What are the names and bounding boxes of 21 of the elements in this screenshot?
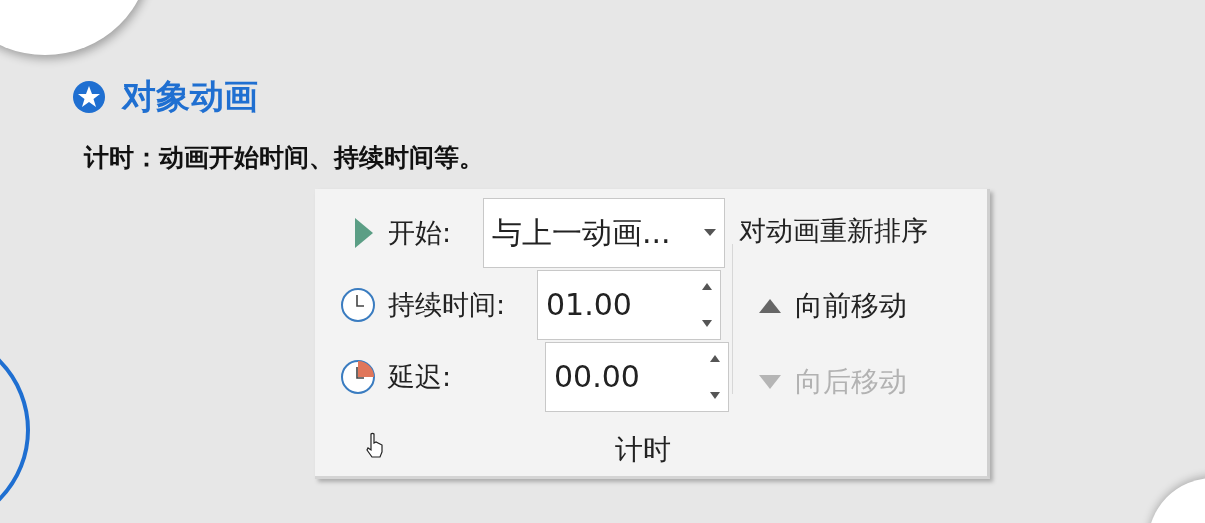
field-label: 延迟: (388, 359, 452, 394)
field-label: 持续时间: (388, 287, 506, 322)
start-dropdown[interactable]: 与上一动画... (483, 197, 725, 268)
spin-up-icon[interactable] (702, 282, 712, 290)
spin-down-icon[interactable] (702, 319, 712, 327)
group-label: 计时 (615, 431, 671, 468)
move-button[interactable]: 向前移动 (759, 285, 907, 328)
clock-icon (340, 286, 376, 323)
spin-up-icon[interactable] (710, 354, 720, 362)
group-heading: 对动画重新排序 (739, 213, 928, 248)
field-label: 开始: (388, 215, 452, 250)
delay-clock-icon (340, 358, 376, 395)
time-spinner[interactable]: 01.00 (537, 269, 721, 340)
description-text: 计时：动画开始时间、持续时间等。 (84, 142, 485, 175)
hand-cursor-icon (365, 431, 385, 458)
spin-down-icon[interactable] (710, 391, 720, 399)
slide-heading: 对象动画 (122, 78, 258, 116)
caret-icon (704, 228, 716, 237)
play-icon (353, 215, 375, 250)
up-triangle-icon (759, 297, 781, 316)
time-spinner[interactable]: 00.00 (545, 341, 729, 412)
